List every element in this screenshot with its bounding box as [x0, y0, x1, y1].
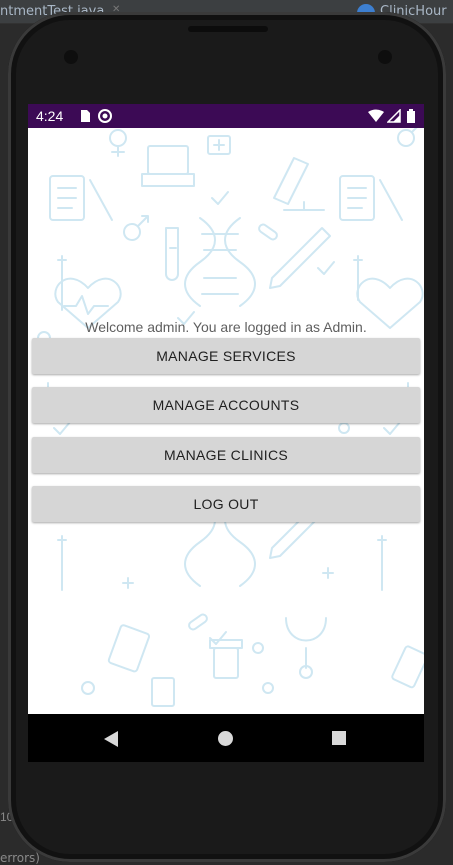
manage-services-button[interactable]: MANAGE SERVICES [32, 338, 420, 374]
app-content: Welcome admin. You are logged in as Admi… [28, 128, 424, 714]
sensor-dot [64, 50, 78, 64]
manage-clinics-button[interactable]: MANAGE CLINICS [32, 437, 420, 473]
manage-accounts-button[interactable]: MANAGE ACCOUNTS [32, 387, 420, 423]
speaker-grille [188, 26, 268, 32]
status-bar: 4:24 [28, 104, 424, 128]
battery-icon [407, 109, 415, 123]
status-time: 4:24 [36, 108, 64, 124]
welcome-message: Welcome admin. You are logged in as Admi… [85, 319, 367, 335]
log-out-button[interactable]: LOG OUT [32, 486, 420, 522]
home-icon[interactable] [218, 731, 233, 746]
no-disturb-icon [98, 109, 112, 123]
back-icon[interactable] [104, 731, 118, 747]
sd-card-icon [81, 110, 90, 122]
camera-dot [378, 50, 392, 64]
signal-icon [387, 109, 401, 123]
recents-icon[interactable] [332, 731, 346, 745]
ide-footer-text: errors) [0, 851, 40, 865]
device-screen: 4:24 Welcome admin. You are logged in as… [28, 104, 424, 762]
navigation-bar [28, 714, 424, 762]
wifi-icon [368, 109, 384, 122]
